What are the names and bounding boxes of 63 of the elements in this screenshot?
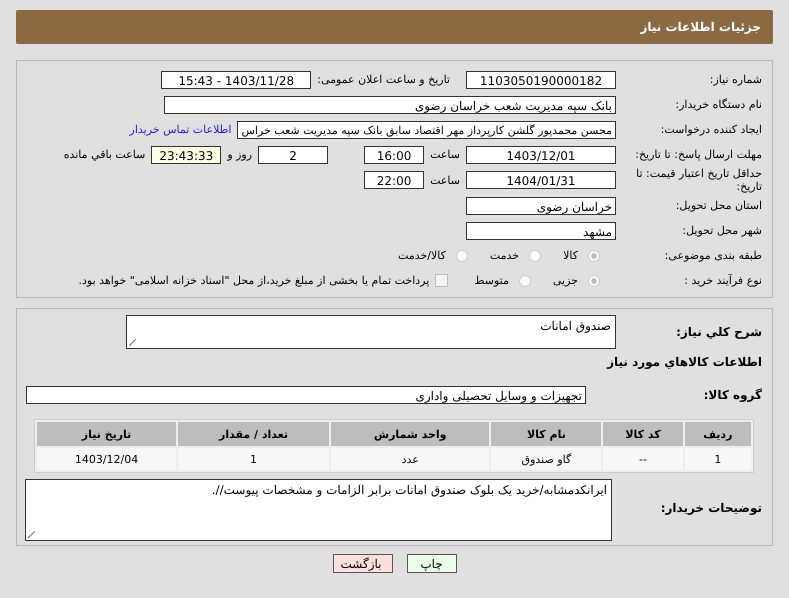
description-textarea[interactable]: صندوق امانات: [126, 315, 616, 349]
radio-label: خدمت: [490, 249, 520, 262]
column-header: تعداد / مقدار: [178, 422, 329, 446]
back-button[interactable]: بازگشت: [332, 554, 392, 573]
deadline-date-field: 1403/12/01: [466, 146, 616, 164]
radio-button[interactable]: [456, 250, 468, 262]
radio-button[interactable]: [588, 250, 600, 262]
table-cell: --: [603, 448, 683, 470]
radio-label: جزیی: [552, 274, 578, 287]
radio-label: کالا/خدمت: [398, 249, 446, 262]
field-label: استان محل تحویل:: [674, 199, 762, 212]
page-title: جزئیات اطلاعات نیاز: [640, 20, 761, 34]
section-title: اطلاعات کالاهاي مورد نياز: [607, 354, 762, 371]
table-cell: 1: [178, 448, 329, 470]
resize-grip-icon: [129, 339, 136, 346]
checkbox[interactable]: [435, 274, 448, 287]
field-label: شرح کلي نياز:: [675, 325, 762, 339]
radio-label: کالا: [563, 249, 578, 262]
days-field: 2: [258, 146, 328, 164]
table-cell: 1403/12/04: [37, 448, 176, 470]
field-label: تاریخ و ساعت اعلان عمومی:: [317, 73, 450, 86]
field-label: توضیحات خریدار:: [660, 501, 762, 515]
field-label: طبقه بندی موضوعی:: [664, 249, 762, 262]
column-header: کد کالا: [603, 422, 683, 446]
column-header: تاریخ نیاز: [37, 422, 176, 446]
table-cell: گاو صندوق: [491, 448, 602, 470]
column-header: واحد شمارش: [330, 422, 490, 446]
time-label: ساعت: [430, 174, 460, 186]
deadline-time-field: 16:00: [364, 146, 424, 164]
resize-grip-icon: [28, 531, 35, 538]
buyer-notes-textarea[interactable]: ایرانکدمشابه/خرید یک بلوک صندوق امانات برابر الزامات و مشخصات پیوست//.: [25, 479, 612, 541]
field-label: شماره نیاز:: [708, 73, 762, 86]
time-label: ساعت: [430, 148, 460, 161]
goods-group-field: تجهیزات و وسایل تحصیلی واداری: [26, 386, 586, 404]
need-number-field: 1103050190000182: [466, 70, 616, 88]
radio-button[interactable]: [529, 250, 542, 262]
field-label: نام دستگاه خریدار:: [674, 98, 762, 111]
column-header: ردیف: [684, 422, 751, 446]
city-field: مشهد: [466, 222, 616, 240]
field-label: شهر محل تحویل:: [681, 224, 762, 237]
table-cell: عدد: [330, 448, 490, 470]
announce-date-field: 1403/11/28 - 15:43: [161, 70, 312, 88]
radio-button[interactable]: [518, 274, 531, 286]
creator-field: محسن محمدپور گلشن کارپرداز مهر اقتصاد سابق بانک سپه مدیریت شعب خراس: [237, 120, 616, 138]
field-label: مهلت ارسال پاسخ: تا تاریخ:: [634, 148, 762, 161]
province-field: خراسان رضوی: [466, 196, 616, 214]
checkbox-label: پرداخت تمام یا بخشی از مبلغ خرید،از محل "اسناد خزانه اسلامی" خواهد بود.: [78, 274, 430, 287]
table-cell: 1: [684, 448, 751, 470]
remaining-label: ساعت باقي مانده: [64, 148, 146, 161]
validity-date-field: 1404/01/31: [466, 171, 616, 189]
buyer-org-field: بانک سپه مدیریت شعب خراسان رضوی: [164, 96, 616, 114]
radio-label: متوسط: [474, 274, 509, 287]
buyer-contact-link[interactable]: اطلاعات تماس خریدار: [130, 123, 232, 136]
radio-button[interactable]: [588, 274, 600, 286]
field-label: ایجاد کننده درخواست:: [660, 123, 762, 136]
validity-time-field: 22:00: [364, 171, 424, 189]
print-button[interactable]: چاپ: [406, 554, 456, 573]
field-label: حداقل تاریخ اعتبار قیمت: تا تاریخ:: [635, 167, 762, 193]
field-label: گروه کالا:: [702, 388, 762, 402]
field-label: نوع فرآیند خرید :: [683, 274, 762, 287]
days-label: روز و: [227, 148, 252, 161]
column-header: نام کالا: [491, 422, 602, 446]
remaining-time-field: 23:43:33: [151, 146, 222, 164]
